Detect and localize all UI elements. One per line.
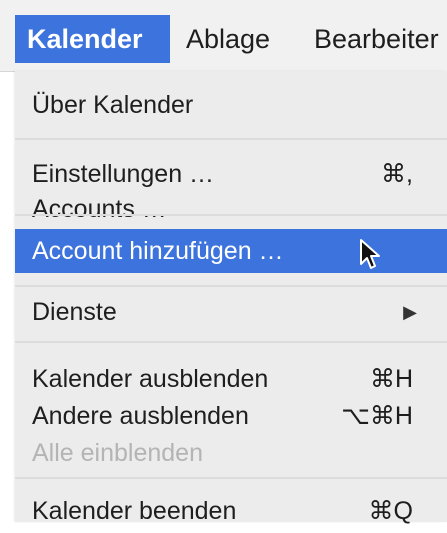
menu-item-label: Über Kalender bbox=[32, 90, 194, 119]
menu-item-label: Andere ausblenden bbox=[32, 401, 249, 430]
menu-separator bbox=[15, 285, 447, 287]
menu-bar: Kalender Ablage Bearbeiter bbox=[0, 0, 447, 72]
menu-item-shortcut: ⌘H bbox=[369, 365, 413, 393]
arrow-pointer-icon bbox=[360, 239, 380, 269]
menu-item-shortcut: ⌘, bbox=[381, 160, 413, 188]
menu-item-label: Account hinzufügen … bbox=[32, 236, 284, 265]
menubar-item-kalender[interactable]: Kalender bbox=[15, 15, 170, 63]
menu-item-label: Einstellungen … bbox=[32, 159, 215, 188]
menubar-item-ablage[interactable]: Ablage bbox=[186, 15, 270, 63]
menu-item-about[interactable]: Über Kalender bbox=[15, 83, 447, 127]
menu-item-label: Kalender ausblenden bbox=[32, 364, 269, 393]
menu-separator bbox=[15, 477, 447, 479]
menu-separator bbox=[15, 341, 447, 343]
menu-item-label: Dienste bbox=[32, 297, 117, 326]
menu-separator bbox=[15, 214, 447, 216]
menu-item-shortcut: ⌥⌘H bbox=[341, 402, 413, 430]
menu-item-label: Alle einblenden bbox=[32, 438, 203, 467]
menu-item-services[interactable]: Dienste ▶ bbox=[15, 290, 447, 334]
menu-item-label: Kalender beenden bbox=[32, 496, 237, 525]
submenu-arrow-icon: ▶ bbox=[403, 301, 417, 322]
menu-item-quit[interactable]: Kalender beenden ⌘Q bbox=[15, 489, 447, 533]
menu-separator bbox=[15, 138, 447, 140]
kalender-dropdown-menu: Über Kalender Einstellungen … ⌘, Account… bbox=[15, 71, 447, 525]
menubar-item-bearbeiten[interactable]: Bearbeiter bbox=[314, 15, 439, 63]
menu-item-show-all: Alle einblenden bbox=[15, 431, 447, 475]
menu-item-accounts[interactable]: Accounts … bbox=[15, 187, 447, 231]
menu-item-label: Accounts … bbox=[32, 194, 167, 223]
